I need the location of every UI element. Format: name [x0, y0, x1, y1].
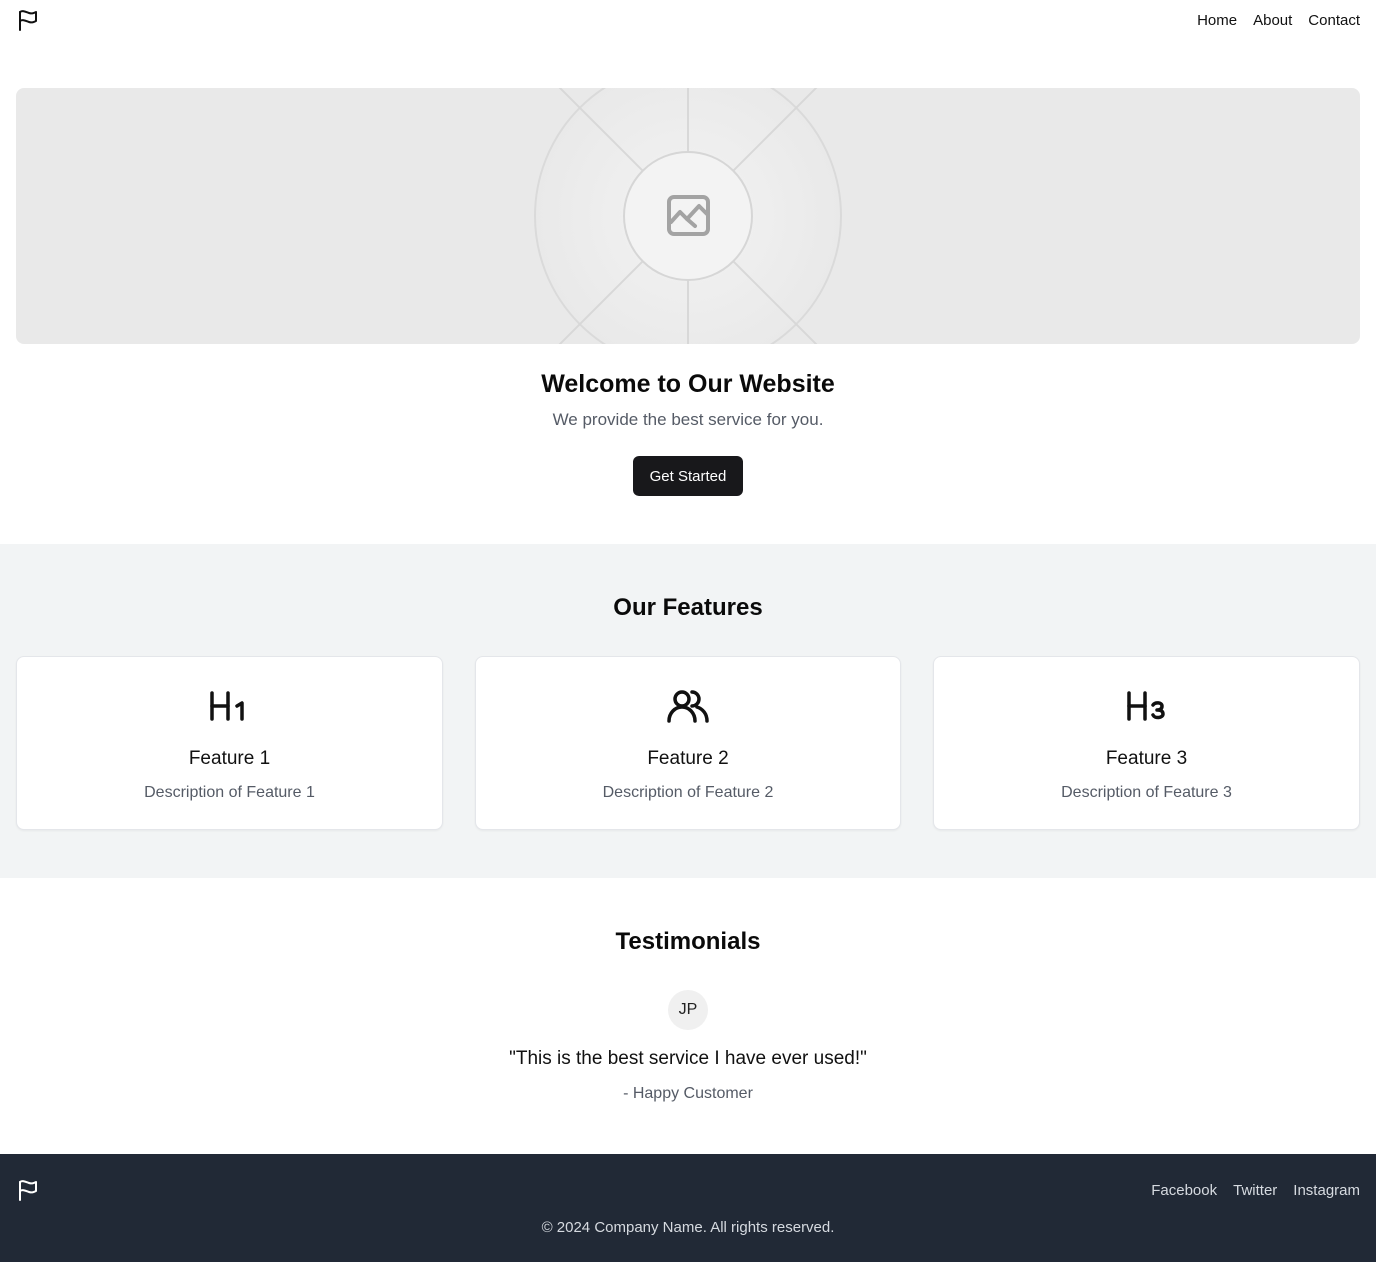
heading-1-icon	[209, 691, 244, 721]
hero-title: Welcome to Our Website	[541, 370, 835, 398]
features-title: Our Features	[613, 594, 763, 621]
feature-title: Feature 3	[1105, 748, 1188, 769]
nav-home-link[interactable]: Home	[1197, 12, 1237, 30]
nav-about-link[interactable]: About	[1253, 12, 1292, 30]
feature-title: Feature 1	[188, 748, 271, 769]
facebook-link[interactable]: Facebook	[1151, 1182, 1217, 1200]
heading-3-icon	[1126, 691, 1165, 721]
features-section: Our Features Feature 1 Description of Fe…	[0, 544, 1376, 878]
testimonial-quote: "This is the best service I have ever us…	[509, 1048, 867, 1069]
instagram-link[interactable]: Instagram	[1293, 1182, 1360, 1200]
main-nav: Home About Contact	[1197, 12, 1360, 30]
get-started-button[interactable]: Get Started	[633, 456, 743, 496]
testimonials-title: Testimonials	[615, 928, 761, 955]
flag-icon[interactable]	[16, 1178, 40, 1202]
twitter-link[interactable]: Twitter	[1233, 1182, 1277, 1200]
feature-card: Feature 3 Description of Feature 3	[933, 656, 1360, 830]
social-links: Facebook Twitter Instagram	[1151, 1182, 1360, 1200]
users-icon	[667, 690, 709, 723]
nav-contact-link[interactable]: Contact	[1308, 12, 1360, 30]
testimonial-author: - Happy Customer	[623, 1085, 753, 1102]
feature-description: Description of Feature 1	[144, 784, 315, 801]
flag-icon[interactable]	[16, 8, 40, 32]
feature-description: Description of Feature 3	[1061, 784, 1232, 801]
site-header: Home About Contact	[0, 0, 1376, 44]
image-placeholder-graphic	[468, 88, 908, 344]
hero-subtitle: We provide the best service for you.	[552, 410, 824, 429]
feature-card: Feature 1 Description of Feature 1	[16, 656, 443, 830]
feature-title: Feature 2	[647, 748, 729, 769]
feature-card: Feature 2 Description of Feature 2	[475, 656, 901, 830]
feature-description: Description of Feature 2	[602, 784, 774, 801]
avatar: JP	[668, 990, 708, 1030]
copyright-text: © 2024 Company Name. All rights reserved…	[541, 1219, 835, 1236]
hero-image-placeholder	[16, 88, 1360, 344]
page: Home About Contact Welcome to Our Websit…	[0, 0, 1376, 1262]
site-footer: Facebook Twitter Instagram © 2024 Compan…	[0, 1154, 1376, 1262]
